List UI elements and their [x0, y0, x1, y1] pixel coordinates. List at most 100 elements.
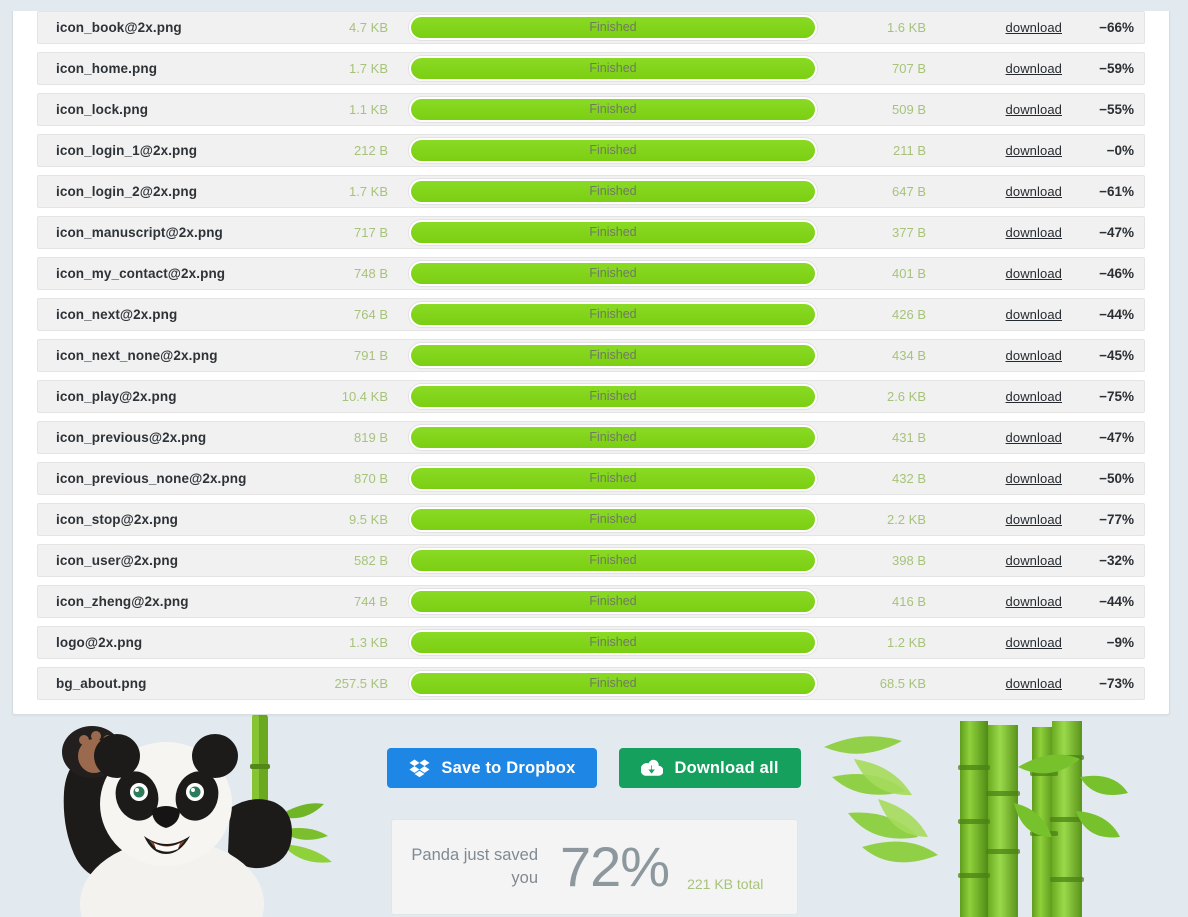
progress-bar[interactable]: Finished [408, 96, 818, 123]
cloud-download-icon [641, 759, 664, 777]
progress-bar-fill: Finished [411, 17, 815, 38]
download-cell: download [942, 348, 1072, 363]
file-name: icon_next@2x.png [56, 307, 178, 322]
progress-status-label: Finished [589, 20, 637, 34]
file-row: icon_login_2@2x.png 1.7 KB Finished 647 B do… [37, 175, 1145, 208]
progress-bar[interactable]: Finished [408, 342, 818, 369]
save-to-dropbox-button[interactable]: Save to Dropbox [387, 748, 598, 788]
progress-status-label: Finished [589, 348, 637, 362]
progress-bar[interactable]: Finished [408, 219, 818, 246]
file-row: icon_my_contact@2x.png 748 B Finished 401 B… [37, 257, 1145, 290]
progress-cell: Finished [402, 424, 824, 451]
file-row: icon_next@2x.png 764 B Finished 426 B downlo… [37, 298, 1145, 331]
file-name: icon_previous@2x.png [56, 430, 207, 445]
file-row: icon_zheng@2x.png 744 B Finished 416 B downl… [37, 585, 1145, 618]
original-size: 582 B [354, 553, 388, 568]
progress-bar[interactable]: Finished [408, 629, 818, 656]
file-name: bg_about.png [56, 676, 147, 691]
progress-bar-fill: Finished [411, 140, 815, 161]
progress-bar[interactable]: Finished [408, 547, 818, 574]
progress-bar[interactable]: Finished [408, 178, 818, 205]
progress-cell: Finished [402, 55, 824, 82]
progress-bar-fill: Finished [411, 181, 815, 202]
file-name: icon_my_contact@2x.png [56, 266, 226, 281]
progress-bar[interactable]: Finished [408, 465, 818, 492]
savings-percent-cell: −47% [1099, 225, 1134, 240]
compressed-size: 2.6 KB [886, 389, 926, 404]
file-name: logo@2x.png [56, 635, 143, 650]
progress-bar[interactable]: Finished [408, 260, 818, 287]
progress-bar[interactable]: Finished [408, 670, 818, 697]
download-cell: download [942, 143, 1072, 158]
download-link[interactable]: download [1006, 143, 1062, 158]
download-link[interactable]: download [1006, 389, 1062, 404]
download-link[interactable]: download [1006, 184, 1062, 199]
progress-cell: Finished [402, 465, 824, 492]
download-link[interactable]: download [1006, 635, 1062, 650]
download-link[interactable]: download [1006, 553, 1062, 568]
progress-bar-fill: Finished [411, 263, 815, 284]
download-link[interactable]: download [1006, 266, 1062, 281]
compressed-size: 431 B [892, 430, 926, 445]
progress-bar[interactable]: Finished [408, 55, 818, 82]
progress-bar-fill: Finished [411, 58, 815, 79]
file-row: icon_home.png 1.7 KB Finished 707 B download… [37, 52, 1145, 85]
compressed-size: 434 B [892, 348, 926, 363]
download-cell: download [942, 471, 1072, 486]
progress-bar[interactable]: Finished [408, 506, 818, 533]
progress-cell: Finished [402, 342, 824, 369]
file-list: icon_book@2x.png 4.7 KB Finished 1.6 KB down… [37, 11, 1145, 700]
download-link[interactable]: download [1006, 512, 1062, 527]
progress-bar[interactable]: Finished [408, 137, 818, 164]
savings-percent-cell: −61% [1099, 184, 1134, 199]
download-cell: download [942, 676, 1072, 691]
download-cell: download [942, 635, 1072, 650]
compressed-size: 211 B [892, 143, 926, 158]
download-cell: download [942, 512, 1072, 527]
savings-percent-cell: −46% [1099, 266, 1134, 281]
download-cell: download [942, 184, 1072, 199]
download-link[interactable]: download [1006, 61, 1062, 76]
progress-bar[interactable]: Finished [408, 588, 818, 615]
savings-percent-cell: −75% [1099, 389, 1134, 404]
original-size: 791 B [354, 348, 388, 363]
compressed-size: 416 B [892, 594, 926, 609]
progress-bar[interactable]: Finished [408, 301, 818, 328]
file-row: bg_about.png 257.5 KB Finished 68.5 KB downl… [37, 667, 1145, 700]
download-link[interactable]: download [1006, 225, 1062, 240]
dropbox-icon [409, 759, 430, 778]
download-link[interactable]: download [1006, 20, 1062, 35]
file-row: icon_previous_none@2x.png 870 B Finished 43… [37, 462, 1145, 495]
progress-cell: Finished [402, 137, 824, 164]
compressed-size: 2.2 KB [886, 512, 926, 527]
savings-percent-cell: −73% [1099, 676, 1134, 691]
savings-caption: Panda just saved you [411, 846, 538, 887]
download-link[interactable]: download [1006, 676, 1062, 691]
download-link[interactable]: download [1006, 471, 1062, 486]
progress-bar[interactable]: Finished [408, 14, 818, 41]
progress-bar-fill: Finished [411, 427, 815, 448]
compressed-size: 68.5 KB [879, 676, 926, 691]
progress-status-label: Finished [589, 143, 637, 157]
download-link[interactable]: download [1006, 430, 1062, 445]
file-row: icon_login_1@2x.png 212 B Finished 211 B dow… [37, 134, 1145, 167]
download-link[interactable]: download [1006, 348, 1062, 363]
save-to-dropbox-label: Save to Dropbox [441, 758, 576, 777]
progress-cell: Finished [402, 178, 824, 205]
download-link[interactable]: download [1006, 102, 1062, 117]
savings-percent-cell: −45% [1099, 348, 1134, 363]
file-row: icon_user@2x.png 582 B Finished 398 B downlo… [37, 544, 1145, 577]
compressed-size: 509 B [892, 102, 926, 117]
progress-bar[interactable]: Finished [408, 383, 818, 410]
compressed-size: 377 B [892, 225, 926, 240]
progress-bar-fill: Finished [411, 632, 815, 653]
download-all-button[interactable]: Download all [619, 748, 801, 788]
compressed-size: 1.6 KB [886, 20, 926, 35]
original-size: 748 B [354, 266, 388, 281]
download-link[interactable]: download [1006, 594, 1062, 609]
download-link[interactable]: download [1006, 307, 1062, 322]
progress-cell: Finished [402, 383, 824, 410]
panda-mascot-image [62, 714, 332, 917]
download-cell: download [942, 553, 1072, 568]
progress-bar[interactable]: Finished [408, 424, 818, 451]
